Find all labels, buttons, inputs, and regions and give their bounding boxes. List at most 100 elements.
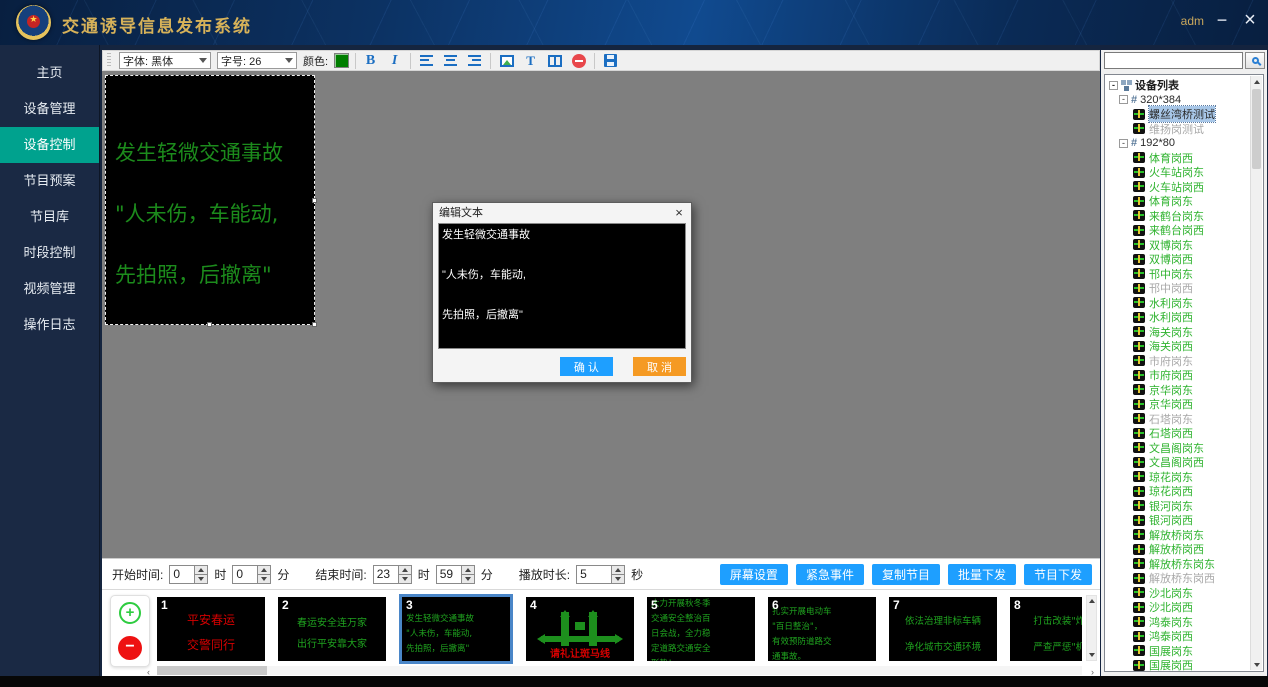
device-node[interactable]: 邗中岗东: [1109, 267, 1263, 282]
device-node[interactable]: 文昌阁岗东: [1109, 441, 1263, 456]
scroll-up-icon[interactable]: [1087, 596, 1096, 606]
stepper-arrows[interactable]: [461, 566, 474, 583]
color-swatch[interactable]: [334, 53, 349, 68]
end-hour-stepper[interactable]: 23: [373, 565, 412, 584]
device-node[interactable]: 石塔岗西: [1109, 426, 1263, 441]
stepper-arrows[interactable]: [194, 566, 207, 583]
bold-icon[interactable]: B: [362, 52, 379, 69]
save-icon[interactable]: [602, 52, 619, 69]
device-node[interactable]: 体育岗西: [1109, 151, 1263, 166]
align-center-icon[interactable]: [442, 52, 459, 69]
sidebar-item-8[interactable]: 操作日志: [0, 307, 99, 343]
scroll-down-icon[interactable]: [1251, 659, 1262, 670]
align-right-icon[interactable]: [466, 52, 483, 69]
device-node[interactable]: 石塔岗东: [1109, 412, 1263, 427]
duration-value[interactable]: 5: [577, 566, 611, 583]
collapse-icon[interactable]: -: [1109, 81, 1118, 90]
device-node[interactable]: 银河岗西: [1109, 513, 1263, 528]
device-node[interactable]: 双博岗东: [1109, 238, 1263, 253]
font-size-select[interactable]: 字号: 26: [217, 52, 297, 69]
resize-handle[interactable]: [312, 198, 317, 203]
program-thumbnail-4[interactable]: 4请礼让斑马线: [526, 597, 634, 661]
program-thumbnail-3[interactable]: 3发生轻微交通事故"人未伤，车能动,先拍照，后撤离": [399, 594, 513, 664]
device-node[interactable]: 维扬岗测试: [1109, 122, 1263, 137]
stepper-arrows[interactable]: [398, 566, 411, 583]
program-thumbnail-7[interactable]: 7依法治理非标车辆净化城市交通环境: [889, 597, 997, 661]
tree-root[interactable]: -设备列表: [1109, 78, 1263, 93]
device-node[interactable]: 来鹤台岗西: [1109, 223, 1263, 238]
start-hour-stepper[interactable]: 0: [169, 565, 208, 584]
text-tool-icon[interactable]: T: [522, 52, 539, 69]
sidebar-item-1[interactable]: 主页: [0, 55, 99, 91]
device-node[interactable]: 沙北岗东: [1109, 586, 1263, 601]
device-node[interactable]: 螺丝湾桥测试: [1109, 107, 1263, 122]
playlist-vertical-scrollbar[interactable]: [1086, 595, 1097, 661]
design-canvas[interactable]: 发生轻微交通事故"人未伤，车能动,先拍照，后撤离" 编辑文本 × 发生轻微交通事…: [102, 71, 1100, 558]
logged-in-user[interactable]: adm: [1181, 14, 1204, 28]
device-node[interactable]: 双博岗西: [1109, 252, 1263, 267]
action-button-3[interactable]: 复制节目: [872, 564, 940, 585]
tree-group-192*80[interactable]: -#192*80: [1109, 136, 1263, 151]
device-node[interactable]: 海关岗西: [1109, 339, 1263, 354]
stepper-arrows[interactable]: [257, 566, 270, 583]
sidebar-item-7[interactable]: 视频管理: [0, 271, 99, 307]
device-node[interactable]: 来鹤台岗东: [1109, 209, 1263, 224]
playlist-horizontal-scrollbar[interactable]: [157, 666, 1082, 675]
sidebar-item-5[interactable]: 节目库: [0, 199, 99, 235]
device-node[interactable]: 解放桥东岗西: [1109, 571, 1263, 586]
dialog-close-icon[interactable]: ×: [671, 205, 687, 221]
tree-group-320*384[interactable]: -#320*384: [1109, 93, 1263, 108]
sidebar-item-2[interactable]: 设备管理: [0, 91, 99, 127]
collapse-icon[interactable]: -: [1119, 139, 1128, 148]
device-node[interactable]: 京华岗东: [1109, 383, 1263, 398]
action-button-5[interactable]: 节目下发: [1024, 564, 1092, 585]
device-node[interactable]: 京华岗西: [1109, 397, 1263, 412]
confirm-button[interactable]: 确 认: [560, 357, 613, 376]
device-search-input[interactable]: [1104, 52, 1243, 69]
cancel-button[interactable]: 取 消: [633, 357, 686, 376]
edit-text-input[interactable]: 发生轻微交通事故 "人未伤，车能动, 先拍照，后撤离": [438, 223, 686, 349]
start-minute-value[interactable]: 0: [233, 566, 257, 583]
columns-icon[interactable]: [546, 52, 563, 69]
device-node[interactable]: 国展岗西: [1109, 658, 1263, 672]
remove-program-button[interactable]: −: [118, 636, 142, 660]
font-family-select[interactable]: 字体: 黑体: [119, 52, 211, 69]
collapse-icon[interactable]: -: [1119, 95, 1128, 104]
search-button[interactable]: [1245, 52, 1265, 69]
device-node[interactable]: 国展岗东: [1109, 644, 1263, 659]
device-node[interactable]: 鸿泰岗西: [1109, 629, 1263, 644]
stepper-arrows[interactable]: [611, 566, 624, 583]
device-node[interactable]: 琼花岗西: [1109, 484, 1263, 499]
insert-image-icon[interactable]: [498, 52, 515, 69]
sidebar-item-3[interactable]: 设备控制: [0, 127, 99, 163]
device-node[interactable]: 水利岗东: [1109, 296, 1263, 311]
device-node[interactable]: 火车站岗东: [1109, 165, 1263, 180]
action-button-2[interactable]: 紧急事件: [796, 564, 864, 585]
duration-stepper[interactable]: 5: [576, 565, 625, 584]
scroll-up-icon[interactable]: [1251, 76, 1262, 87]
scrollbar-thumb[interactable]: [1252, 89, 1261, 169]
sidebar-item-6[interactable]: 时段控制: [0, 235, 99, 271]
device-node[interactable]: 海关岗东: [1109, 325, 1263, 340]
device-node[interactable]: 鸿泰岗东: [1109, 615, 1263, 630]
scrollbar-thumb[interactable]: [157, 666, 267, 675]
end-minute-stepper[interactable]: 59: [436, 565, 475, 584]
end-minute-value[interactable]: 59: [437, 566, 461, 583]
sidebar-item-4[interactable]: 节目预案: [0, 163, 99, 199]
program-thumbnail-6[interactable]: 6扎实开展电动车"百日整治"，有效预防道路交通事故。: [768, 597, 876, 661]
device-node[interactable]: 邗中岗西: [1109, 281, 1263, 296]
device-node[interactable]: 水利岗西: [1109, 310, 1263, 325]
italic-icon[interactable]: I: [386, 52, 403, 69]
end-hour-value[interactable]: 23: [374, 566, 398, 583]
align-left-icon[interactable]: [418, 52, 435, 69]
tree-scrollbar[interactable]: [1250, 76, 1262, 670]
device-node[interactable]: 解放桥岗东: [1109, 528, 1263, 543]
device-node[interactable]: 银河岗东: [1109, 499, 1263, 514]
led-preview[interactable]: 发生轻微交通事故"人未伤，车能动,先拍照，后撤离": [105, 75, 315, 325]
start-minute-stepper[interactable]: 0: [232, 565, 271, 584]
device-node[interactable]: 解放桥东岗东: [1109, 557, 1263, 572]
device-node[interactable]: 琼花岗东: [1109, 470, 1263, 485]
resize-handle[interactable]: [207, 322, 212, 327]
add-program-button[interactable]: +: [119, 602, 141, 624]
device-node[interactable]: 市府岗西: [1109, 368, 1263, 383]
